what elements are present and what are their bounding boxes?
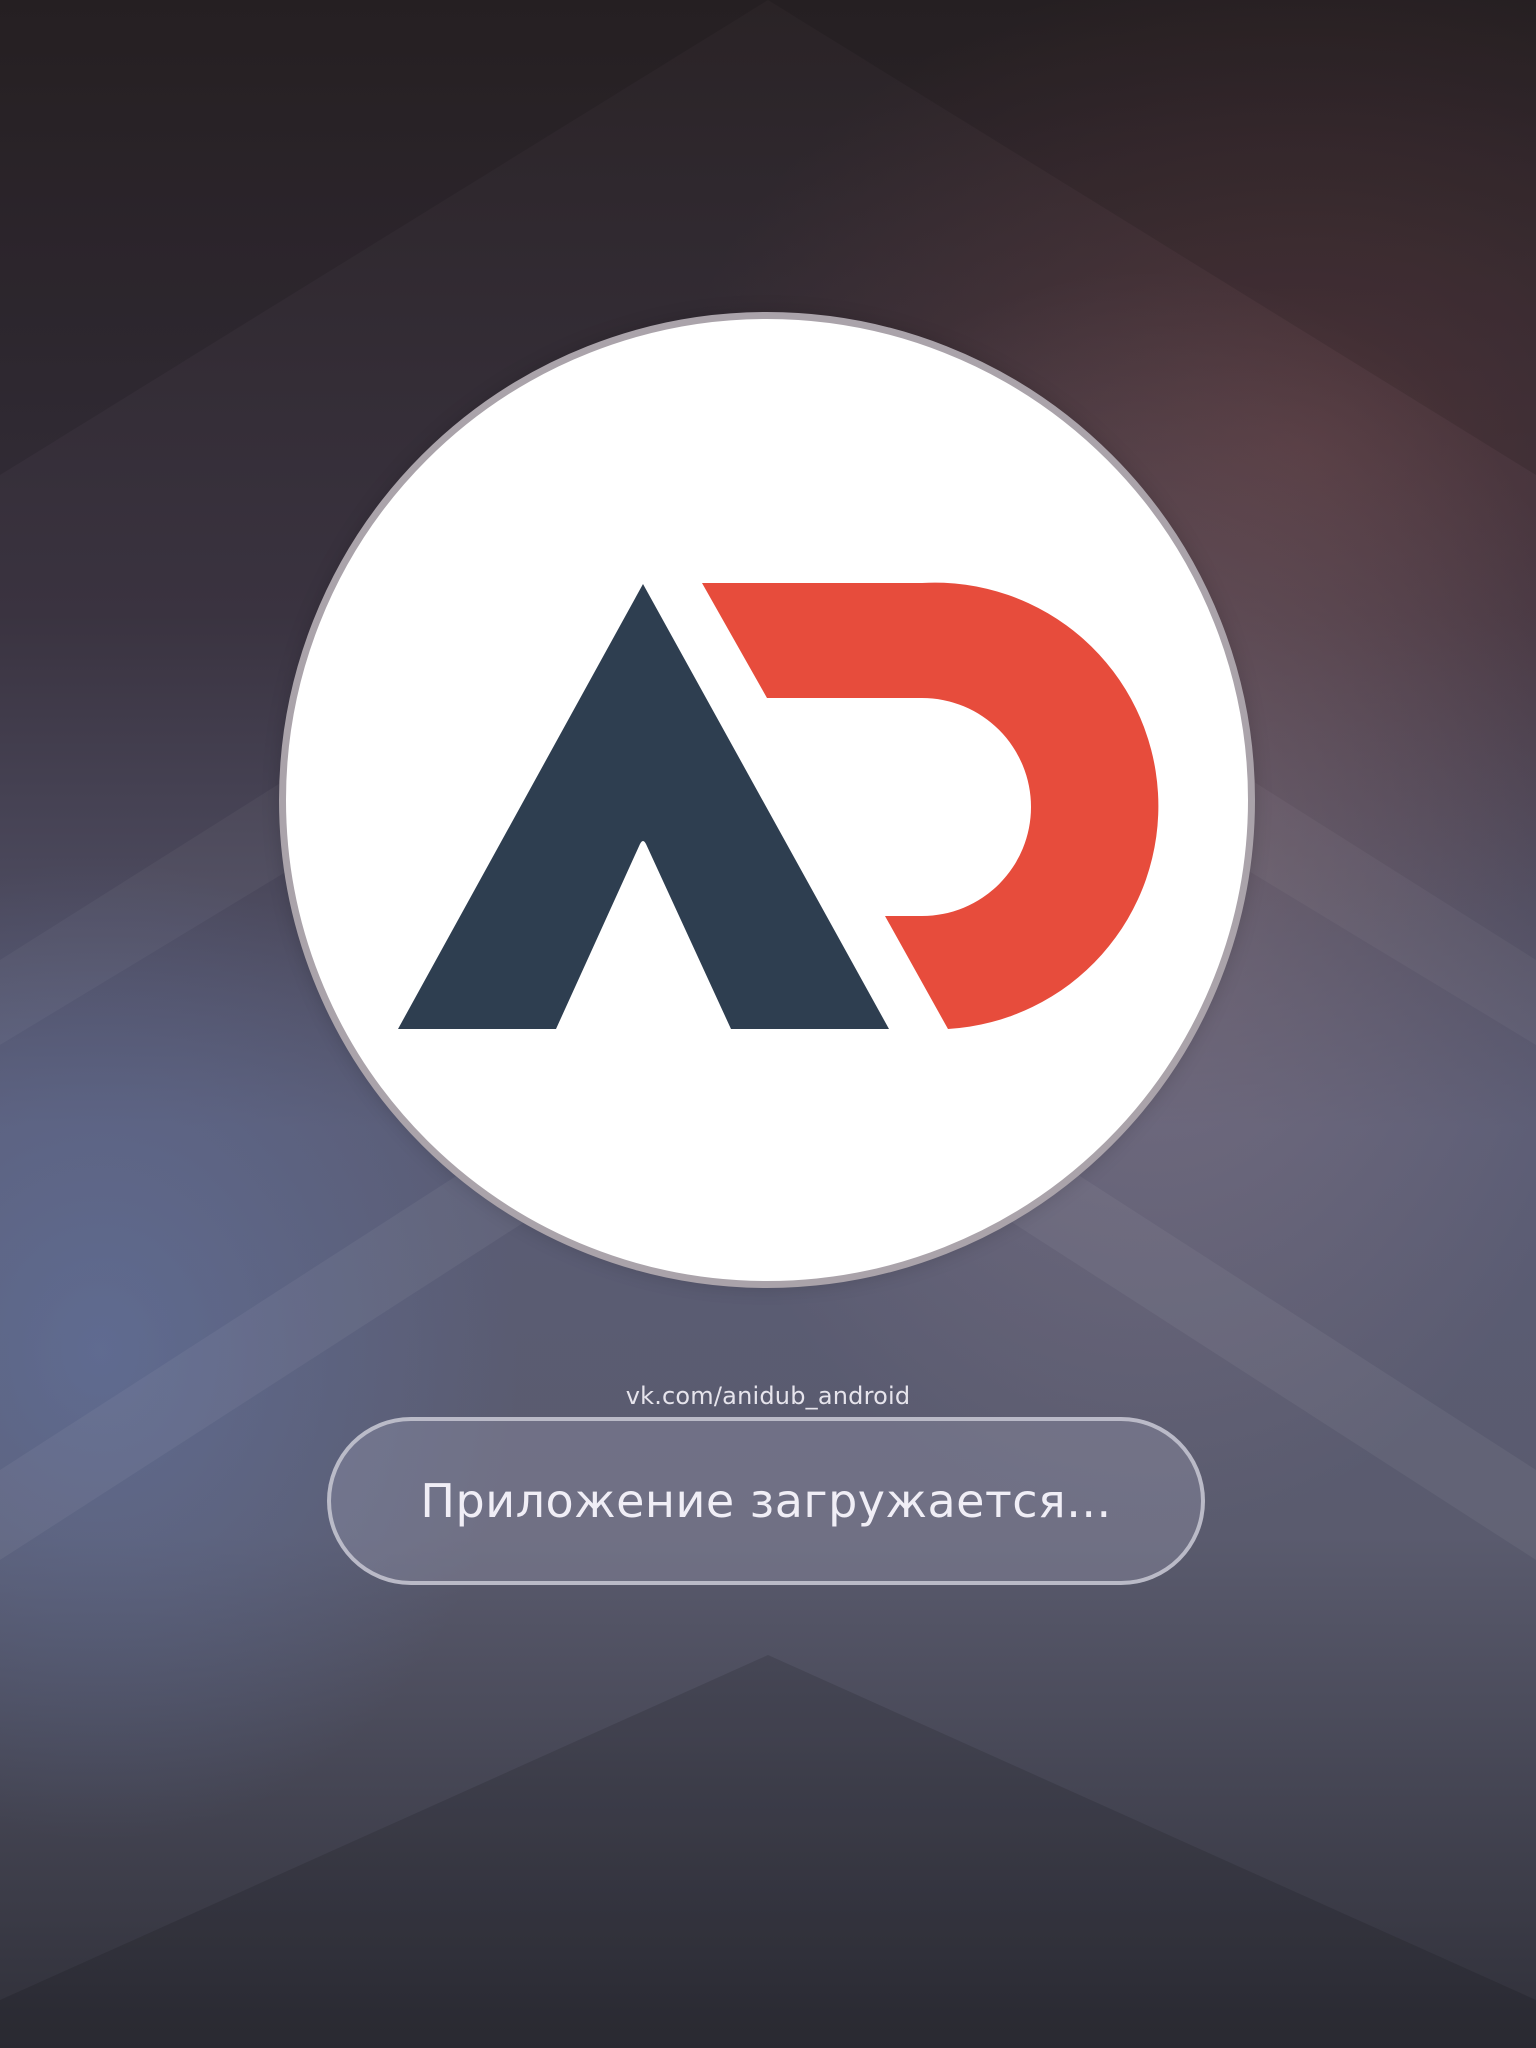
loading-status-text: Приложение загружается... bbox=[420, 1474, 1112, 1528]
app-logo bbox=[279, 312, 1255, 1288]
loading-indicator: Приложение загружается... bbox=[327, 1417, 1205, 1585]
vk-link[interactable]: vk.com/anidub_android bbox=[0, 1382, 1536, 1410]
anidub-logo-icon bbox=[398, 582, 1159, 1029]
